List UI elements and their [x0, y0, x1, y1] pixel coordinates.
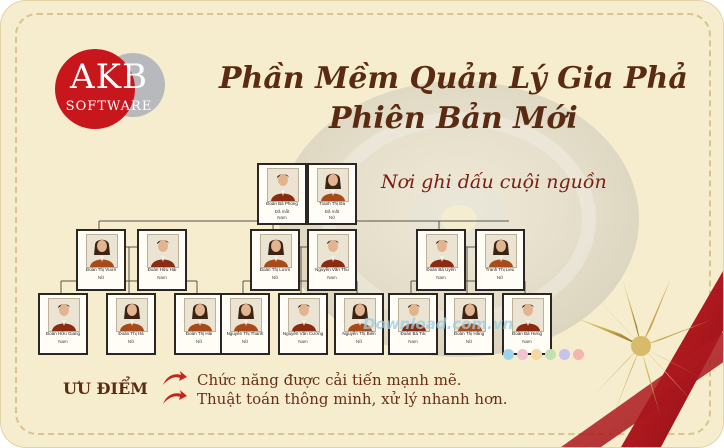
- advantage-item-1: Chức năng được cải tiến mạnh mẽ.: [197, 371, 462, 389]
- advantages-heading: ƯU ĐIỂM: [63, 379, 148, 398]
- red-arrow-icon: [163, 371, 187, 385]
- red-arrow-icon: [163, 390, 187, 404]
- banner-card: AKB SOFTWARE Phần Mềm Quản Lý Gia Phả Ph…: [0, 0, 724, 448]
- advantage-item-2: Thuật toán thông minh, xử lý nhanh hơn.: [197, 390, 508, 408]
